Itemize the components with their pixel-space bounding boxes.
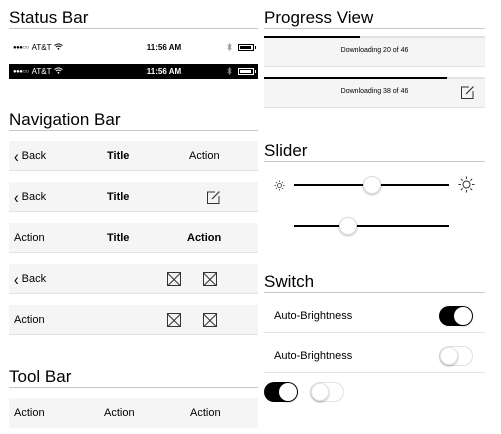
nav-title: Title [107, 150, 130, 162]
section-divider [9, 28, 258, 29]
toggle-switch-off[interactable] [310, 382, 344, 402]
section-divider [9, 130, 258, 131]
navigation-bar: Action Title Action [9, 223, 258, 253]
bluetooth-icon [227, 66, 232, 77]
slider-section-title: Slider [264, 141, 308, 160]
nav-title: Title [107, 191, 130, 203]
back-label: Back [21, 150, 47, 162]
switch-row: Auto-Brightness [264, 342, 485, 373]
brightness-low-icon [274, 178, 285, 196]
progress-view-section-title: Progress View [264, 8, 374, 27]
progress-fill [264, 36, 361, 38]
navigation-bar: ‹ Back [9, 264, 258, 294]
section-divider [264, 161, 485, 162]
signal-strength-icon: ●●●○○ [13, 44, 29, 51]
slider-track [294, 225, 449, 227]
slider-thumb[interactable] [339, 217, 358, 235]
wifi-icon [54, 43, 64, 52]
compose-icon[interactable] [206, 182, 221, 212]
back-button[interactable]: ‹ Back [14, 264, 46, 294]
switch-row: Auto-Brightness [264, 302, 485, 333]
slider[interactable] [294, 176, 449, 194]
left-action-button[interactable]: Action [14, 305, 45, 335]
toolbar-action-button[interactable]: Action [14, 407, 45, 419]
navigation-bar: Action [9, 305, 258, 335]
chevron-left-icon: ‹ [14, 187, 19, 207]
navigation-bar: ‹ Back Title [9, 182, 258, 212]
status-time: 11:56 AM [146, 67, 182, 76]
carrier-label: AT&T [31, 67, 52, 76]
slider-thumb[interactable] [362, 176, 381, 194]
auto-brightness-toggle[interactable] [439, 306, 473, 326]
battery-icon [238, 44, 256, 51]
placeholder-icon[interactable] [203, 264, 217, 294]
status-bar-dark: ●●●○○ AT&T 11:56 AM [9, 64, 258, 79]
toolbar-action-button[interactable]: Action [190, 407, 221, 419]
battery-icon [238, 68, 256, 75]
back-button[interactable]: ‹ Back [14, 141, 46, 171]
nav-title: Title [107, 232, 130, 244]
chevron-left-icon: ‹ [14, 269, 19, 289]
placeholder-icon[interactable] [167, 264, 181, 294]
toolbar-action-button[interactable]: Action [104, 407, 135, 419]
status-bar-light: ●●●○○ AT&T 11:56 AM [9, 40, 258, 55]
toggle-switch-on[interactable] [264, 382, 298, 402]
auto-brightness-toggle[interactable] [439, 346, 473, 366]
back-button[interactable]: ‹ Back [14, 182, 46, 212]
status-time: 11:56 AM [146, 43, 182, 52]
signal-strength-icon: ●●●○○ [13, 68, 29, 75]
slider[interactable] [294, 217, 449, 235]
section-divider [264, 28, 485, 29]
placeholder-icon[interactable] [203, 305, 217, 335]
tool-bar-section-title: Tool Bar [9, 367, 72, 386]
compose-icon[interactable] [460, 85, 475, 102]
action-button[interactable]: Action [189, 141, 220, 171]
back-label: Back [21, 191, 47, 203]
left-action-button[interactable]: Action [14, 223, 45, 253]
progress-label: Downloading 38 of 46 [340, 88, 409, 95]
carrier-label: AT&T [31, 43, 52, 52]
progress-label: Downloading 20 of 46 [340, 47, 409, 54]
right-action-button[interactable]: Action [187, 223, 221, 253]
navigation-bar-section-title: Navigation Bar [9, 110, 121, 129]
switch-section-title: Switch [264, 272, 315, 291]
switch-label: Auto-Brightness [274, 310, 353, 322]
progress-view: Downloading 20 of 46 [264, 36, 485, 67]
progress-view: Downloading 38 of 46 [264, 77, 485, 108]
tool-bar: Action Action Action [9, 398, 258, 428]
switch-label: Auto-Brightness [274, 350, 353, 362]
progress-fill [264, 77, 447, 79]
navigation-bar: ‹ Back Title Action [9, 141, 258, 171]
chevron-left-icon: ‹ [14, 146, 19, 166]
brightness-high-icon [458, 176, 475, 198]
status-bar-section-title: Status Bar [9, 8, 89, 27]
section-divider [264, 292, 485, 293]
section-divider [9, 387, 258, 388]
placeholder-icon[interactable] [167, 305, 181, 335]
wifi-icon [54, 67, 64, 76]
back-label: Back [21, 273, 47, 285]
bluetooth-icon [227, 42, 232, 53]
